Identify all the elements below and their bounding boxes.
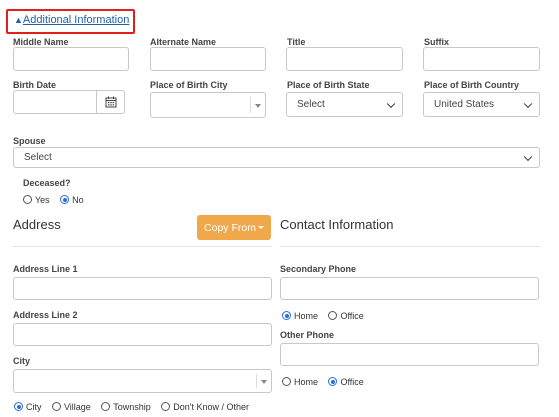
address-heading: Address [13,217,61,232]
secondary-phone-office-label: Office [340,310,364,321]
city-type-village-option[interactable]: Village [51,398,97,415]
copy-from-button[interactable]: Copy From [197,215,271,240]
other-phone-home-label: Home [294,376,319,387]
other-phone-office-option[interactable]: Office [328,373,369,390]
spouse-select[interactable]: Select [13,147,540,168]
deceased-no-option[interactable]: No [60,191,90,208]
secondary-phone-home-label: Home [294,310,319,321]
spouse-label: Spouse [13,136,46,146]
secondary-phone-input[interactable] [280,277,539,300]
contact-heading: Contact Information [280,217,394,232]
other-phone-home-option[interactable]: Home [282,373,324,390]
radio-selected-icon [60,195,70,205]
address-line2-label: Address Line 2 [13,310,78,320]
other-phone-type-group: Home Office [282,373,370,391]
additional-info-toggle[interactable]: ▲Additional Information [14,14,129,26]
address-divider [13,246,272,247]
suffix-input[interactable] [423,47,540,71]
caret-down-icon [261,380,267,384]
address-line2-input[interactable] [13,323,272,346]
city-type-township-option[interactable]: Township [101,398,157,415]
city-label: City [13,356,31,366]
place-of-birth-state-select[interactable]: Select [286,92,403,117]
city-type-village-label: Village [63,401,91,412]
chevron-down-icon [523,152,533,161]
caret-down-icon [257,226,264,229]
place-of-birth-city-label: Place of Birth City [150,80,228,90]
spouse-value: Select [24,152,52,163]
triangle-up-icon: ▲ [14,15,23,25]
radio-selected-icon [14,402,23,412]
deceased-yes-option[interactable]: Yes [23,191,56,208]
radio-icon [161,402,171,412]
address-line1-input[interactable] [13,277,272,300]
middle-name-input[interactable] [13,47,129,71]
title-input[interactable] [286,47,403,71]
alternate-name-input[interactable] [150,47,266,71]
address-line1-label: Address Line 1 [13,264,78,274]
suffix-label: Suffix [424,37,450,47]
calendar-icon [105,96,117,108]
deceased-radio-group: Yes No [23,191,90,209]
deceased-no-label: No [72,194,84,205]
other-phone-label: Other Phone [280,330,335,340]
secondary-phone-home-option[interactable]: Home [282,307,324,324]
title-label: Title [287,37,306,47]
additional-info-label: Additional Information [22,14,130,26]
place-of-birth-state-value: Select [297,99,325,110]
middle-name-label: Middle Name [13,37,69,47]
city-type-city-option[interactable]: City [14,398,48,415]
contact-divider [280,246,540,247]
copy-from-label: Copy From [204,221,256,234]
other-phone-office-label: Office [340,376,364,387]
radio-icon [51,402,61,412]
radio-icon [282,377,291,387]
place-of-birth-country-value: United States [434,99,495,110]
radio-icon [328,311,338,321]
radio-icon [23,195,32,205]
city-type-township-label: Township [113,401,151,412]
radio-selected-icon [328,377,338,387]
birth-date-input[interactable] [13,90,97,114]
deceased-yes-label: Yes [35,194,50,205]
city-type-other-option[interactable]: Don't Know / Other [161,398,255,415]
radio-selected-icon [282,311,291,321]
caret-down-icon [255,104,261,108]
secondary-phone-label: Secondary Phone [280,264,357,274]
place-of-birth-country-label: Place of Birth Country [424,80,520,90]
chevron-down-icon [523,99,533,108]
other-phone-input[interactable] [280,343,539,366]
city-combobox[interactable] [13,369,272,393]
birth-date-label: Birth Date [13,80,57,90]
secondary-phone-type-group: Home Office [282,307,370,325]
secondary-phone-office-option[interactable]: Office [328,307,369,324]
place-of-birth-state-label: Place of Birth State [287,80,370,90]
city-type-radio-group: City Village Township Don't Know / Other [14,398,255,416]
city-type-city-label: City [26,401,42,412]
alternate-name-label: Alternate Name [150,37,217,47]
place-of-birth-country-select[interactable]: United States [423,92,540,117]
place-of-birth-city-combobox[interactable] [150,92,266,118]
city-type-other-label: Don't Know / Other [173,401,250,412]
calendar-button[interactable] [96,90,125,114]
radio-icon [101,402,111,412]
chevron-down-icon [386,99,396,108]
deceased-label: Deceased? [23,178,71,188]
